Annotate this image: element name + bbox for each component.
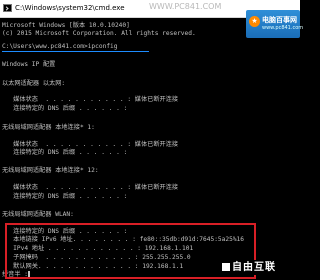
command-text: ipconfig — [87, 43, 118, 50]
cmd-app-icon — [3, 4, 12, 12]
wlan1-header: 无线局域网适配器 本地连接* 1: — [2, 124, 95, 131]
wlan1-dns-suffix: 连接特定的 DNS 后缀 . . . . . . : — [2, 149, 128, 156]
ethernet-media-state: 媒体状态 . . . . . . . . . . . : 媒体已断开连接 — [2, 96, 179, 103]
wlan12-dns-suffix: 连接特定的 DNS 后缀 . . . . . . : — [2, 193, 128, 200]
site-watermark-url: WWW.PC841.COM — [149, 2, 222, 11]
ethernet-header: 以太网适配器 以太网: — [2, 80, 66, 87]
wlan12-media-state: 媒体状态 . . . . . . . . . . . : 媒体已断开连接 — [2, 184, 179, 191]
window-title: C:\Windows\system32\cmd.exe — [15, 4, 125, 12]
ethernet-dns-suffix: 连接特定的 DNS 后缀 . . . . . . : — [2, 105, 128, 112]
console-output[interactable]: Microsoft Windows [版本 10.0.10240] (c) 20… — [0, 18, 300, 279]
console-line-copyright: (c) 2015 Microsoft Corporation. All righ… — [2, 30, 196, 37]
wlan-header: 无线局域网适配器 WLAN: — [2, 211, 74, 218]
wlan-highlight-box — [5, 223, 256, 279]
watermark-icon — [222, 263, 230, 271]
ip-config-heading: Windows IP 配置 — [2, 61, 56, 68]
bottom-watermark-text: 自由互联 — [232, 262, 276, 273]
wlan12-header: 无线局域网适配器 本地连接* 12: — [2, 167, 99, 174]
command-underline — [2, 51, 149, 52]
bottom-watermark-logo: 自由互联 — [222, 260, 298, 275]
cmd-window: C:\Windows\system32\cmd.exe WWW.PC841.CO… — [0, 0, 303, 279]
prompt-text: C:\Users\www.pc841.com> — [2, 43, 88, 50]
